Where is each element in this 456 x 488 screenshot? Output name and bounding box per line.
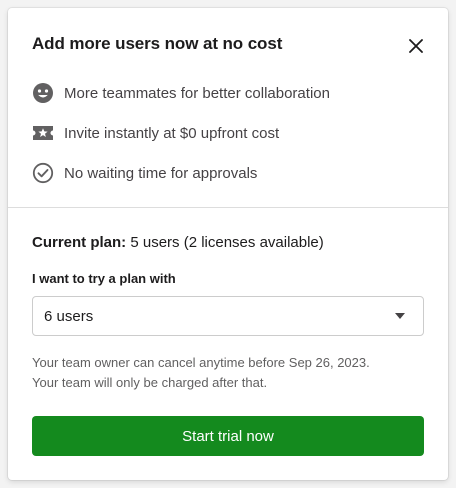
billing-note-line: Your team owner can cancel anytime befor… [32, 355, 370, 370]
trial-dialog: Add more users now at no cost More teamm… [8, 8, 448, 480]
smiley-face-icon [32, 82, 54, 104]
benefit-label: No waiting time for approvals [64, 164, 258, 182]
close-icon [409, 39, 423, 53]
start-trial-button[interactable]: Start trial now [32, 416, 424, 456]
billing-note: Your team owner can cancel anytime befor… [32, 353, 370, 393]
close-button[interactable] [406, 36, 426, 56]
current-plan-value: 5 users (2 licenses available) [130, 234, 324, 251]
billing-note-line: Your team will only be charged after tha… [32, 375, 268, 390]
section-divider [8, 207, 448, 208]
dialog-title: Add more users now at no cost [32, 34, 283, 53]
plan-select[interactable]: 6 users [32, 296, 424, 336]
benefit-label: Invite instantly at $0 upfront cost [64, 124, 280, 142]
chevron-down-icon [395, 313, 405, 319]
current-plan-label: Current plan: [32, 234, 127, 251]
benefit-item: Invite instantly at $0 upfront cost [32, 121, 279, 145]
benefit-label: More teammates for better collaboration [64, 84, 330, 102]
benefit-item: More teammates for better collaboration [32, 81, 330, 105]
current-plan: Current plan: 5 users (2 licenses availa… [32, 234, 324, 251]
plan-select-value: 6 users [44, 307, 94, 325]
ticket-star-icon [32, 122, 54, 144]
benefit-item: No waiting time for approvals [32, 161, 257, 185]
plan-select-label: I want to try a plan with [32, 271, 176, 286]
check-circle-icon [32, 162, 54, 184]
